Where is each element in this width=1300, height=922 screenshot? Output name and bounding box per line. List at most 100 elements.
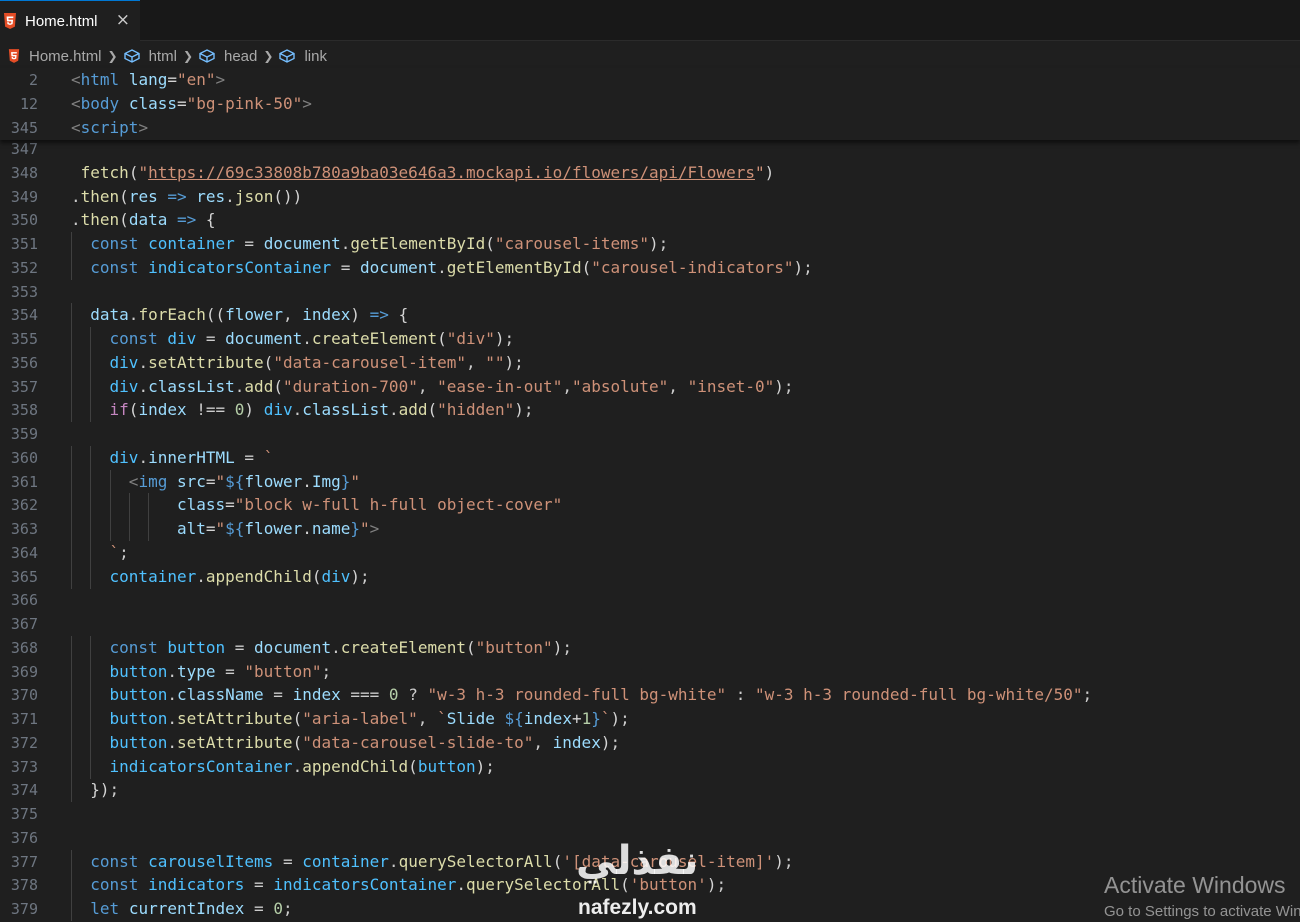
code-line[interactable]: 371 button.setAttribute("aria-label", `S… <box>0 707 1300 731</box>
line-number: 372 <box>10 733 38 752</box>
code-text: button.type = "button"; <box>109 661 332 681</box>
code-text: const container = document.getElementByI… <box>90 234 669 253</box>
code-text: div.innerHTML = ` <box>109 447 274 467</box>
code-line[interactable]: 364 `; <box>0 540 1300 565</box>
line-number: 365 <box>10 567 38 586</box>
line-number: 345 <box>10 119 38 137</box>
code-line[interactable]: 372 button.setAttribute("data-carousel-s… <box>0 730 1300 755</box>
breadcrumb-label: Home.html <box>29 47 102 65</box>
code-text: div.classList.add("duration-700", "ease-… <box>109 376 794 396</box>
code-line[interactable]: 362 class="block w-full h-full object-co… <box>0 493 1300 518</box>
code-text: indicatorsContainer.appendChild(button); <box>109 756 495 776</box>
code-text: .then(res => res.json()) <box>71 186 303 206</box>
code-line[interactable]: 355 const div = document.createElement("… <box>0 327 1300 351</box>
code-line[interactable]: 365 container.appendChild(div); <box>0 564 1300 589</box>
code-line[interactable]: 360 div.innerHTML = ` <box>0 445 1300 470</box>
code-line[interactable]: 369 button.type = "button"; <box>0 659 1300 684</box>
code-line[interactable]: 358 if(index !== 0) div.classList.add("h… <box>0 398 1300 423</box>
line-number: 370 <box>10 686 38 705</box>
code-line[interactable]: 366 <box>0 588 1300 612</box>
line-number: 360 <box>10 448 38 467</box>
line-number: 368 <box>10 638 38 657</box>
breadcrumb-label: link <box>304 47 327 65</box>
line-number: 362 <box>10 496 38 515</box>
code-line[interactable]: 363 alt="${flower.name}"> <box>0 517 1300 541</box>
line-number: 369 <box>10 662 38 681</box>
code-text: button.className = index === 0 ? "w-3 h-… <box>109 685 1093 705</box>
sticky-scroll-line[interactable]: 345 <script> <box>0 116 1300 140</box>
breadcrumb-item[interactable]: html <box>123 47 177 65</box>
line-number: 367 <box>10 615 38 633</box>
code-line[interactable]: 374 }); <box>0 778 1300 803</box>
line-number: 349 <box>10 187 38 206</box>
line-number: 12 <box>19 95 38 113</box>
code-line[interactable]: 353 <box>0 280 1300 304</box>
sticky-scroll-header: 2 <html lang="en"> 12 <body class="bg-pink-… <box>0 68 1300 140</box>
code-editor[interactable]: 347 348 fetch("https://69c33808b780a9ba03… <box>0 68 1300 922</box>
line-number: 353 <box>10 282 38 301</box>
line-number: 361 <box>10 472 38 491</box>
code-line[interactable]: 368 const button = document.createElemen… <box>0 635 1300 660</box>
code-text: `; <box>109 542 129 562</box>
code-text: <body class="bg-pink-50"> <box>71 94 312 113</box>
code-line[interactable]: 352 const indicatorsContainer = document… <box>0 255 1300 280</box>
line-number: 357 <box>10 377 38 396</box>
line-number: 375 <box>10 805 38 823</box>
breadcrumb-item[interactable]: head <box>199 48 257 65</box>
sticky-scroll-line[interactable]: 2 <html lang="en"> <box>0 68 1300 92</box>
code-line[interactable]: 357 div.classList.add("duration-700", "e… <box>0 374 1300 399</box>
breadcrumb-item[interactable]: link <box>279 48 327 65</box>
activate-windows-notice: Activate Windows Go to Settings to activ… <box>1104 871 1300 922</box>
close-icon[interactable]: × <box>116 10 130 30</box>
tab-home-html[interactable]: Home.html × <box>0 0 140 41</box>
sticky-scroll-line[interactable]: 12 <body class="bg-pink-50"> <box>0 92 1300 116</box>
chevron-right-icon: ❯ <box>182 49 193 63</box>
code-text: container.appendChild(div); <box>109 566 370 586</box>
line-number: 363 <box>10 520 38 538</box>
code-text: .then(data => { <box>71 210 216 230</box>
code-line[interactable]: 347 <box>0 137 1300 161</box>
line-number: 348 <box>10 163 38 182</box>
line-number: 359 <box>10 425 38 443</box>
code-line[interactable]: 361 <img src="${flower.Img}" <box>0 469 1300 494</box>
code-line[interactable]: 370 button.className = index === 0 ? "w-… <box>0 683 1300 708</box>
code-line[interactable]: 373 indicatorsContainer.appendChild(butt… <box>0 754 1300 779</box>
breadcrumb-label: html <box>148 47 177 65</box>
line-number: 352 <box>10 258 38 277</box>
watermark-arabic-text: نفذلي <box>576 838 699 884</box>
tab-label: Home.html <box>25 12 98 30</box>
code-text: <html lang="en"> <box>71 70 226 89</box>
line-number: 377 <box>10 852 38 871</box>
code-text: data.forEach((flower, index) => { <box>90 305 409 325</box>
code-line[interactable]: 356 div.setAttribute("data-carousel-item… <box>0 350 1300 375</box>
code-line[interactable]: 350 .then(data => { <box>0 208 1300 232</box>
code-text: <script> <box>71 118 149 137</box>
html5-icon <box>8 49 24 63</box>
line-number: 379 <box>10 900 38 918</box>
line-number: 2 <box>28 71 38 89</box>
chevron-right-icon: ❯ <box>263 49 274 63</box>
line-number: 373 <box>10 757 38 776</box>
code-line[interactable]: 348 fetch("https://69c33808b780a9ba03e64… <box>0 161 1300 185</box>
code-text: const indicatorsContainer = document.get… <box>90 257 813 277</box>
code-line[interactable]: 359 <box>0 422 1300 446</box>
line-number: 351 <box>10 235 38 253</box>
code-text: <img src="${flower.Img}" <box>128 471 361 491</box>
watermark-latin-text: nafezly.com <box>578 896 697 919</box>
code-text: class="block w-full h-full object-cover" <box>176 495 563 515</box>
code-line[interactable]: 351 const container = document.getElemen… <box>0 232 1300 256</box>
breadcrumb-item[interactable]: Home.html <box>8 48 102 65</box>
line-number: 354 <box>10 306 38 325</box>
line-number: 366 <box>10 591 38 610</box>
code-line[interactable]: 375 <box>0 802 1300 826</box>
code-line[interactable]: 354 data.forEach((flower, index) => { <box>0 303 1300 328</box>
line-number: 358 <box>10 401 38 420</box>
nafezly-watermark: نفذلي nafezly.com <box>576 838 726 922</box>
breadcrumb-label: head <box>224 47 258 65</box>
activate-windows-title: Activate Windows <box>1104 872 1286 898</box>
code-line[interactable]: 349 .then(res => res.json()) <box>0 185 1300 209</box>
code-text: if(index !== 0) div.classList.add("hidde… <box>109 400 534 420</box>
line-number: 356 <box>10 353 38 372</box>
code-line[interactable]: 367 <box>0 612 1300 636</box>
line-number: 374 <box>10 781 38 800</box>
